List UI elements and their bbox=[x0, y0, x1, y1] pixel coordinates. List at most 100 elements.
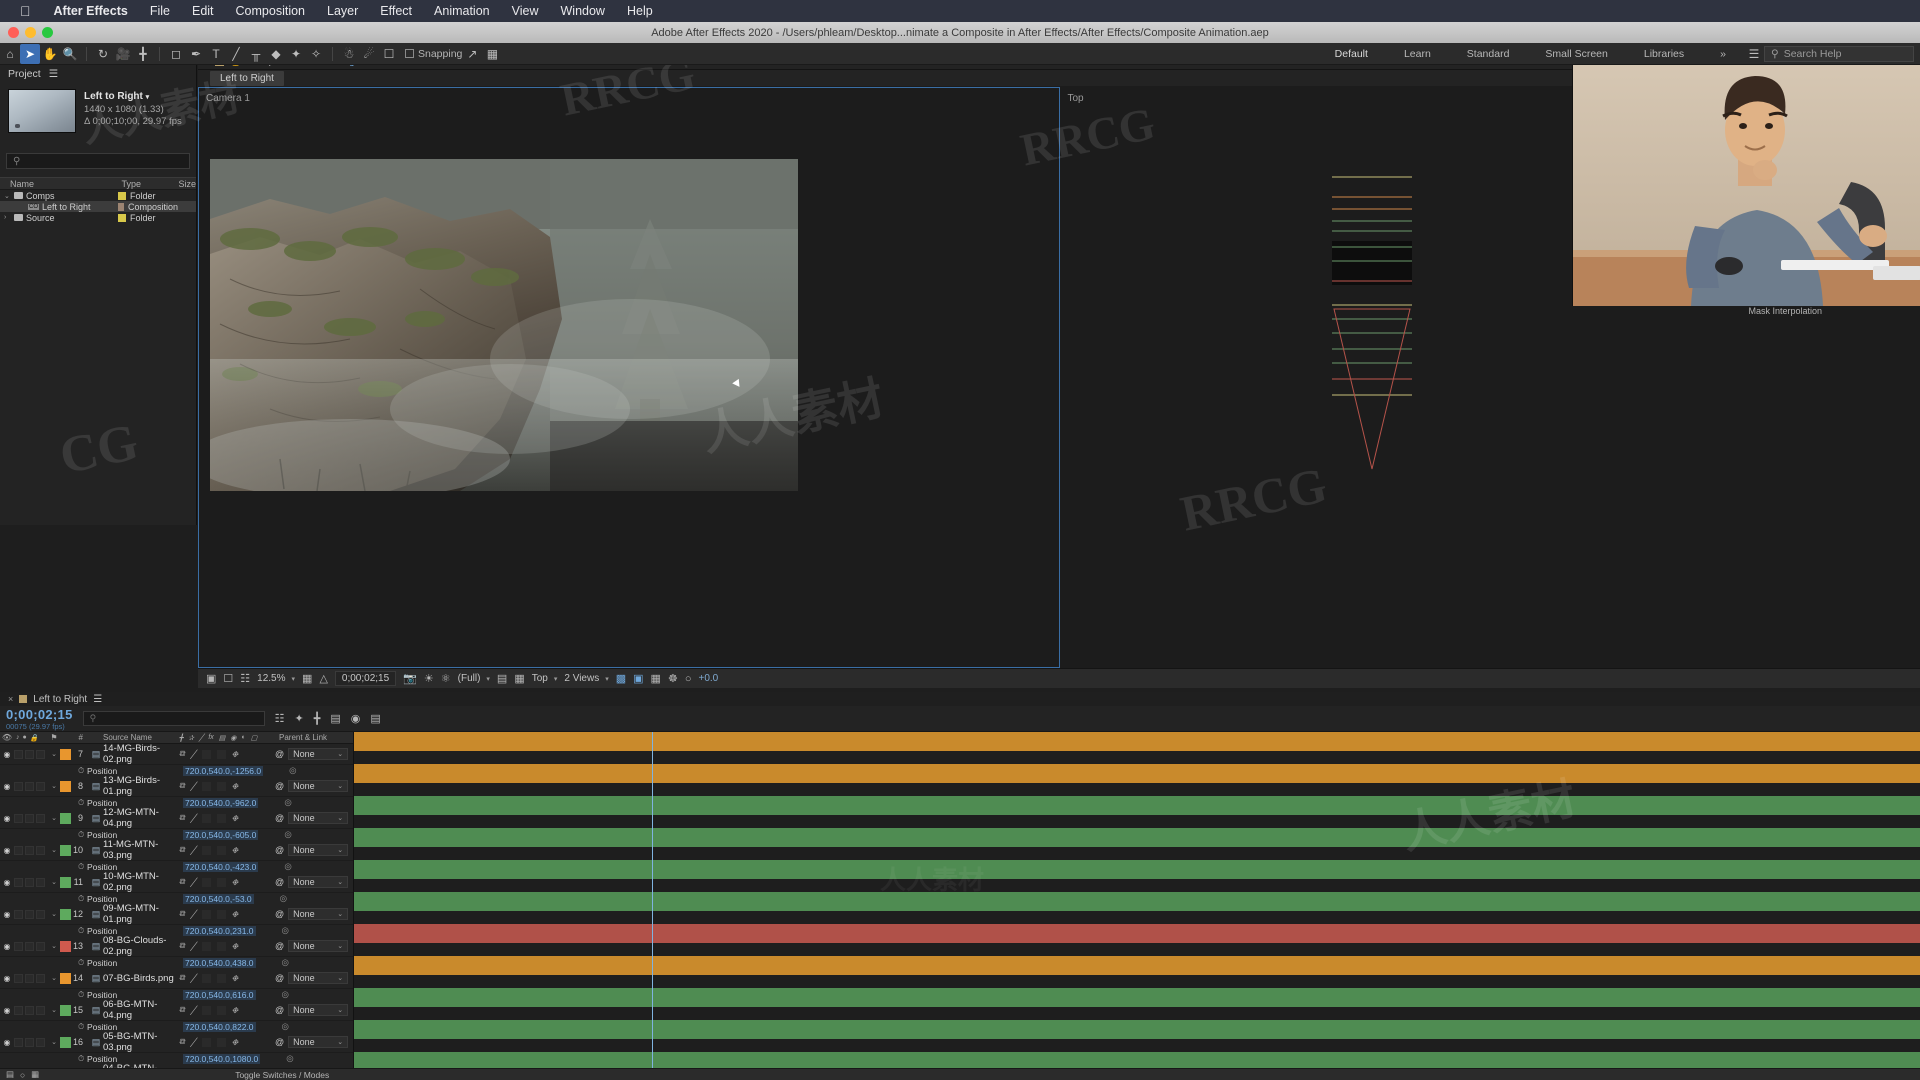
tab-left-to-right[interactable]: Left to Right bbox=[210, 70, 284, 86]
view-layout-select[interactable]: Top ▾ bbox=[532, 673, 558, 684]
layer-label-color[interactable] bbox=[60, 940, 71, 952]
layer-disclosure-icon[interactable]: ⌄ bbox=[48, 782, 60, 790]
layer-switches[interactable]: ⧉ ╱ ❉ bbox=[179, 909, 275, 919]
layer-visibility-icon[interactable]: ◉ bbox=[0, 1006, 14, 1015]
property-value[interactable]: 720.0,540.0,-1256.0 bbox=[183, 765, 264, 776]
zoom-level-select[interactable]: 12.5% ▾ bbox=[257, 673, 295, 684]
layer-disclosure-icon[interactable]: ⌄ bbox=[48, 750, 60, 758]
layer-name[interactable]: 13-MG-Birds-01.png bbox=[103, 775, 179, 797]
layer-name[interactable]: 08-BG-Clouds-02.png bbox=[103, 935, 179, 957]
expression-icon[interactable]: ◎ bbox=[280, 893, 287, 904]
layer-parent-link[interactable]: @ None ⌄ bbox=[275, 1004, 353, 1016]
share-view-axes-icon[interactable]: ▩ bbox=[616, 672, 626, 685]
always-preview-icon[interactable]: ▣ bbox=[206, 672, 216, 685]
stopwatch-icon[interactable]: ⏱ bbox=[78, 766, 87, 776]
disclosure-triangle-icon[interactable]: ⌄ bbox=[4, 192, 11, 200]
layer-label-color[interactable] bbox=[60, 844, 71, 856]
menu-help[interactable]: Help bbox=[616, 4, 664, 18]
layer-row[interactable]: ◉ ⌄ 14 ▤ 07-BG-Birds.png ⧉ ╱ ❉ @ None ⌄ bbox=[0, 968, 353, 989]
home-icon[interactable]: ⌂ bbox=[0, 44, 20, 64]
layer-name[interactable]: 05-BG-MTN-03.png bbox=[103, 1031, 179, 1053]
layer-disclosure-icon[interactable]: ⌄ bbox=[48, 942, 60, 950]
enable-frame-blending-icon[interactable]: ▤ bbox=[330, 712, 340, 725]
layer-visibility-icon[interactable]: ◉ bbox=[0, 942, 14, 951]
close-icon[interactable]: × bbox=[8, 694, 13, 704]
puppet-overlap-icon[interactable]: ☐ bbox=[379, 44, 399, 64]
layer-duration-bar[interactable] bbox=[354, 892, 1920, 911]
layer-row[interactable]: ◉ ⌄ 13 ▤ 08-BG-Clouds-02.png ⧉ ╱ ❉ @ None ⌄ bbox=[0, 935, 353, 957]
workspace-small-screen[interactable]: Small Screen bbox=[1527, 48, 1625, 60]
layer-label-color[interactable] bbox=[60, 1004, 71, 1016]
snapping-checkbox[interactable]: Snapping bbox=[405, 48, 462, 60]
layer-parent-link[interactable]: @ None ⌄ bbox=[275, 876, 353, 888]
draft-3d-icon[interactable]: ✦ bbox=[294, 712, 303, 725]
rotation-tool-icon[interactable]: ↻ bbox=[93, 44, 113, 64]
layer-name[interactable]: 10-MG-MTN-02.png bbox=[103, 871, 179, 893]
grid-icon[interactable]: ▦ bbox=[482, 44, 502, 64]
layer-visibility-icon[interactable]: ◉ bbox=[0, 814, 14, 823]
menu-animation[interactable]: Animation bbox=[423, 4, 501, 18]
pen-tool-icon[interactable]: ✒ bbox=[186, 44, 206, 64]
layer-duration-bar[interactable] bbox=[354, 860, 1920, 879]
layer-duration-bar[interactable] bbox=[354, 828, 1920, 847]
timeline-search-input[interactable]: ⚲ bbox=[82, 711, 265, 726]
workspace-overflow-icon[interactable]: » bbox=[1702, 48, 1744, 60]
expression-icon[interactable]: ◎ bbox=[282, 989, 289, 1000]
layer-switches[interactable]: ⧉ ╱ ❉ bbox=[179, 813, 275, 823]
property-value[interactable]: 720.0,540.0,-423.0 bbox=[183, 861, 259, 872]
layer-label-color[interactable] bbox=[60, 748, 71, 760]
project-panel-menu-icon[interactable]: ☰ bbox=[49, 68, 58, 80]
layer-visibility-icon[interactable]: ◉ bbox=[0, 782, 14, 791]
views-count-select[interactable]: 2 Views ▾ bbox=[564, 673, 608, 684]
renderer-options-icon[interactable]: ☸ bbox=[668, 672, 678, 685]
header-number[interactable]: # bbox=[71, 733, 89, 742]
layer-disclosure-icon[interactable]: ⌄ bbox=[48, 910, 60, 918]
grid-guides-icon[interactable]: ▦ bbox=[302, 672, 312, 685]
puppet-starch-icon[interactable]: ☄ bbox=[359, 44, 379, 64]
property-value[interactable]: 720.0,540.0,438.0 bbox=[183, 957, 256, 968]
layer-label-color[interactable] bbox=[60, 1036, 71, 1048]
menu-window[interactable]: Window bbox=[550, 4, 616, 18]
stopwatch-icon[interactable]: ⏱ bbox=[78, 1054, 87, 1064]
hide-shy-layers-icon[interactable]: ╋ bbox=[314, 712, 321, 725]
layer-duration-bar[interactable] bbox=[354, 1020, 1920, 1039]
layer-duration-bar[interactable] bbox=[354, 764, 1920, 783]
graph-editor-toggle-icon[interactable]: ○ bbox=[20, 1070, 25, 1080]
workspace-default[interactable]: Default bbox=[1317, 48, 1386, 60]
stopwatch-icon[interactable]: ⏱ bbox=[78, 1022, 87, 1032]
layer-av-toggles[interactable] bbox=[14, 813, 48, 823]
project-row[interactable]: › Source Folder bbox=[0, 212, 196, 223]
layer-duration-bar[interactable] bbox=[354, 924, 1920, 943]
text-tool-icon[interactable]: T bbox=[206, 44, 226, 64]
layer-switches[interactable]: ⧉ ╱ ❉ bbox=[179, 973, 275, 983]
resolution-select[interactable]: (Full) ▾ bbox=[458, 673, 490, 684]
column-name[interactable]: Name bbox=[0, 179, 112, 189]
puppet-position-icon[interactable]: ☃ bbox=[339, 44, 359, 64]
project-row[interactable]: ⌄ Comps Folder bbox=[0, 190, 196, 201]
snapping-checkbox-box[interactable] bbox=[405, 49, 414, 58]
layer-disclosure-icon[interactable]: ⌄ bbox=[48, 846, 60, 854]
shape-tool-icon[interactable]: ◻ bbox=[166, 44, 186, 64]
layer-parent-link[interactable]: @ None ⌄ bbox=[275, 1036, 353, 1048]
layer-parent-link[interactable]: @ None ⌄ bbox=[275, 812, 353, 824]
apple-logo-icon[interactable]:  bbox=[8, 3, 43, 19]
stopwatch-icon[interactable]: ⏱ bbox=[78, 862, 87, 872]
property-value[interactable]: 720.0,540.0,-605.0 bbox=[183, 829, 259, 840]
playhead[interactable] bbox=[652, 732, 653, 1068]
timeline-tab-name[interactable]: Left to Right bbox=[33, 694, 87, 705]
zoom-tool-icon[interactable]: 🔍 bbox=[60, 44, 80, 64]
layer-av-toggles[interactable] bbox=[14, 973, 48, 983]
layer-av-toggles[interactable] bbox=[14, 1005, 48, 1015]
stopwatch-icon[interactable]: ⏱ bbox=[78, 990, 87, 1000]
layer-switches[interactable]: ⧉ ╱ ❉ bbox=[179, 781, 275, 791]
layer-name[interactable]: 12-MG-MTN-04.png bbox=[103, 807, 179, 829]
layer-row[interactable]: ◉ ⌄ 12 ▤ 09-MG-MTN-01.png ⧉ ╱ ❉ @ None ⌄ bbox=[0, 903, 353, 925]
region-interest-toggle-icon[interactable]: ▤ bbox=[497, 672, 507, 685]
show-channel-icon[interactable]: ☐ bbox=[223, 672, 233, 685]
stopwatch-icon[interactable]: ⏱ bbox=[78, 798, 87, 808]
layer-av-toggles[interactable] bbox=[14, 781, 48, 791]
snapshot-icon[interactable]: 📷 bbox=[403, 672, 417, 685]
layer-switches[interactable]: ⧉ ╱ ❉ bbox=[179, 1037, 275, 1047]
menu-layer[interactable]: Layer bbox=[316, 4, 369, 18]
puppet-pin-tool-icon[interactable]: ✧ bbox=[306, 44, 326, 64]
